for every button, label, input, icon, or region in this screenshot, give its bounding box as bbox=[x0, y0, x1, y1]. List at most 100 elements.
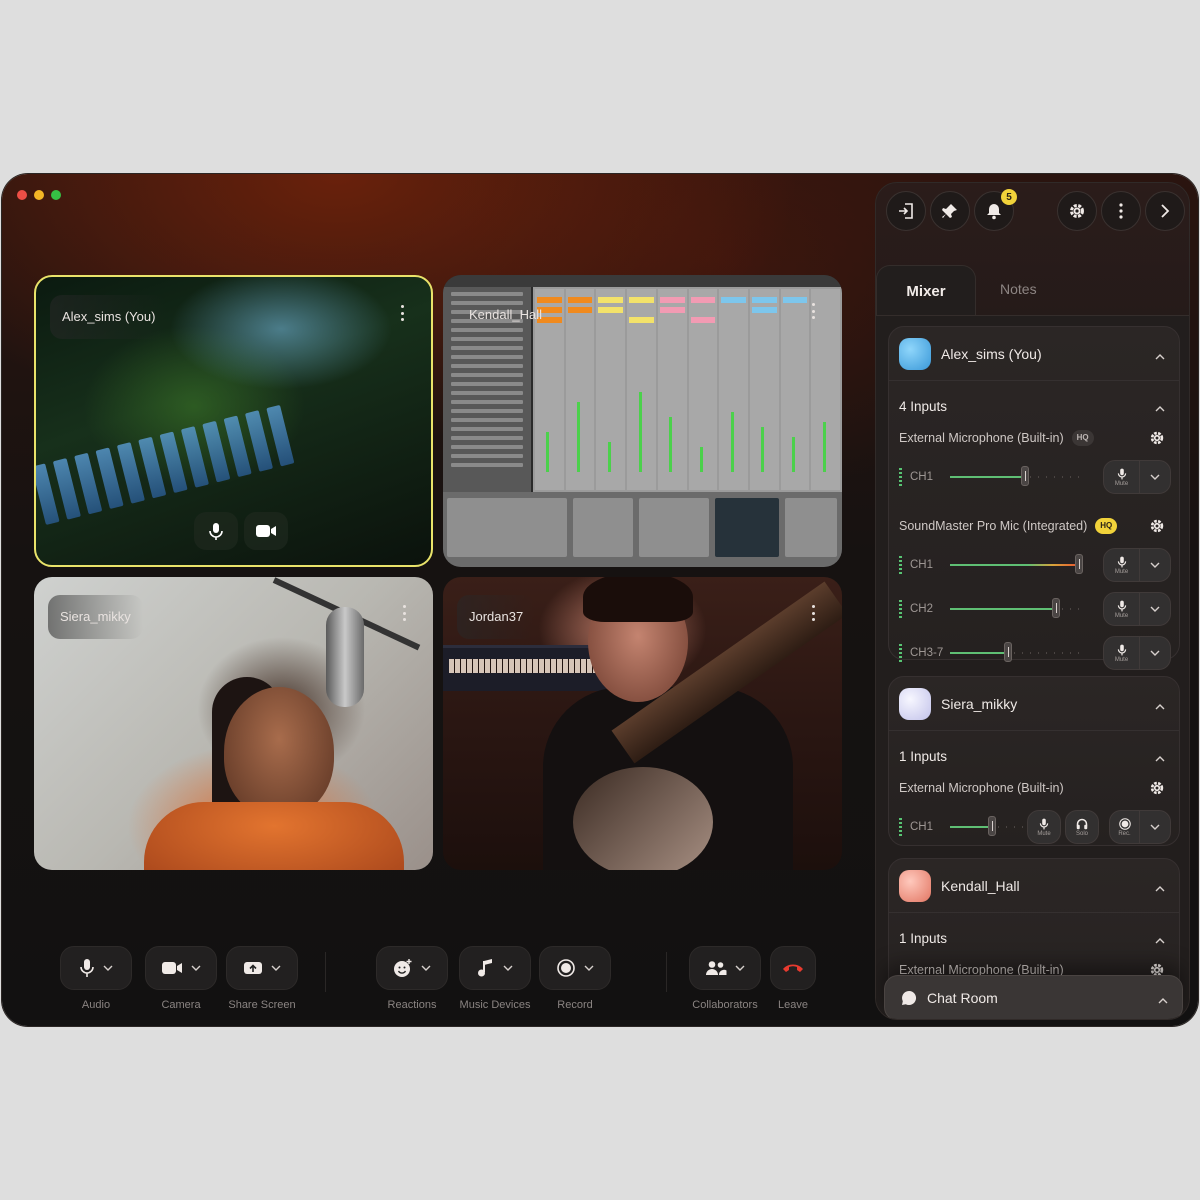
mute-options-button[interactable] bbox=[1140, 650, 1170, 656]
record-split-button[interactable]: Rec. bbox=[1109, 810, 1171, 844]
pin-button[interactable] bbox=[930, 191, 970, 231]
tab-mixer[interactable]: Mixer bbox=[876, 265, 976, 317]
zoom-window-button[interactable] bbox=[51, 190, 61, 200]
mute-button[interactable]: Mute bbox=[1104, 549, 1140, 581]
chat-room-bar[interactable]: Chat Room bbox=[884, 975, 1183, 1019]
chevron-down-icon bbox=[191, 965, 201, 971]
input-device: SoundMaster Pro Mic (Integrated) HQ bbox=[889, 513, 1179, 539]
participant-name: Siera_mikky bbox=[941, 695, 1018, 712]
more-options-icon[interactable] bbox=[812, 303, 816, 319]
volume-slider[interactable] bbox=[950, 554, 1086, 574]
video-tile-jordan[interactable]: Jordan37 bbox=[443, 577, 842, 870]
mute-button[interactable]: Mute bbox=[1104, 637, 1140, 669]
participant-card-alex: Alex_sims (You) 4 Inputs External Microp… bbox=[888, 326, 1180, 670]
solo-button[interactable]: Solo bbox=[1065, 810, 1099, 844]
microphone-icon bbox=[209, 523, 223, 540]
volume-slider[interactable] bbox=[950, 816, 1034, 836]
rec-button[interactable]: Rec. bbox=[1110, 811, 1140, 843]
video-tile-kendall[interactable]: Kendall_Hall bbox=[443, 275, 842, 567]
video-tile-siera[interactable]: Siera_mikky bbox=[34, 577, 433, 870]
participant-name: Alex_sims (You) bbox=[941, 345, 1042, 362]
reactions-label: Reactions bbox=[387, 999, 437, 1011]
gear-icon[interactable] bbox=[1149, 430, 1165, 446]
inputs-header[interactable]: 1 Inputs bbox=[889, 737, 1179, 775]
app-window: Alex_sims (You) Kendall_Hall Siera_mikky… bbox=[2, 174, 1198, 1026]
keyboard-video-content bbox=[36, 317, 415, 525]
collapse-panel-button[interactable] bbox=[1145, 191, 1185, 231]
channel-label: CH1 bbox=[910, 471, 934, 483]
daw-topbar bbox=[443, 275, 842, 287]
tile-mic-button[interactable] bbox=[194, 512, 238, 550]
mute-button[interactable]: Mute bbox=[1104, 593, 1140, 625]
tile-camera-button[interactable] bbox=[244, 512, 288, 550]
record-button[interactable] bbox=[539, 946, 611, 990]
mute-button[interactable]: Mute bbox=[1027, 810, 1061, 844]
camera-icon bbox=[256, 525, 276, 537]
record-label: Record bbox=[557, 999, 593, 1011]
minimize-window-button[interactable] bbox=[34, 190, 44, 200]
more-options-icon[interactable] bbox=[401, 305, 405, 321]
login-icon bbox=[899, 203, 913, 219]
notifications-button[interactable]: 5 bbox=[974, 189, 1017, 231]
microphone-icon bbox=[1117, 600, 1126, 611]
music-devices-button[interactable] bbox=[459, 946, 531, 990]
leave-control: Leave bbox=[770, 946, 816, 1011]
collaborators-button[interactable] bbox=[689, 946, 761, 990]
gear-icon bbox=[1070, 204, 1084, 218]
exit-room-button[interactable] bbox=[886, 191, 926, 231]
gear-icon[interactable] bbox=[1149, 780, 1165, 796]
camera-button[interactable] bbox=[145, 946, 217, 990]
rec-options-button[interactable] bbox=[1140, 824, 1170, 830]
share-screen-button[interactable] bbox=[226, 946, 298, 990]
mute-button[interactable]: Mute bbox=[1104, 461, 1140, 493]
hq-badge: HQ bbox=[1095, 518, 1118, 534]
audio-button[interactable] bbox=[60, 946, 132, 990]
more-options-button[interactable] bbox=[1101, 191, 1141, 231]
camera-icon bbox=[162, 962, 182, 974]
volume-slider[interactable] bbox=[950, 598, 1086, 618]
channel-row: CH1 Mute bbox=[889, 543, 1179, 587]
leave-button[interactable] bbox=[770, 946, 816, 990]
mute-options-button[interactable] bbox=[1140, 474, 1170, 480]
side-panel: 5 Mixer Notes Alex_sims (You) 4 Inputs E… bbox=[875, 182, 1190, 1020]
microphone-icon bbox=[1039, 818, 1049, 829]
participant-name: Kendall_Hall bbox=[941, 877, 1020, 894]
volume-slider[interactable] bbox=[950, 466, 1086, 486]
reactions-button[interactable] bbox=[376, 946, 448, 990]
music-devices-control: Music Devices bbox=[459, 946, 531, 1011]
mute-options-button[interactable] bbox=[1140, 562, 1170, 568]
participant-header[interactable]: Siera_mikky bbox=[889, 677, 1179, 731]
inputs-header[interactable]: 1 Inputs bbox=[889, 919, 1179, 957]
mute-options-button[interactable] bbox=[1140, 606, 1170, 612]
close-window-button[interactable] bbox=[17, 190, 27, 200]
avatar bbox=[899, 687, 931, 720]
settings-button[interactable] bbox=[1057, 191, 1097, 231]
participant-name-label: Alex_sims (You) bbox=[50, 295, 168, 339]
chat-bubble-icon bbox=[902, 990, 917, 1005]
notification-count-badge: 5 bbox=[1001, 189, 1017, 205]
mute-split-button[interactable]: Mute bbox=[1103, 592, 1171, 626]
participant-header[interactable]: Kendall_Hall bbox=[889, 859, 1179, 913]
gear-icon[interactable] bbox=[1149, 518, 1165, 534]
participant-header[interactable]: Alex_sims (You) bbox=[889, 327, 1179, 381]
channel-row: CH1 Mute bbox=[889, 455, 1179, 499]
inputs-header[interactable]: 4 Inputs bbox=[889, 387, 1179, 425]
avatar bbox=[899, 869, 931, 902]
camera-label: Camera bbox=[161, 999, 201, 1011]
channel-row: CH3-7 Mute bbox=[889, 631, 1179, 675]
inputs-count: 1 Inputs bbox=[899, 748, 948, 764]
inputs-count: 4 Inputs bbox=[899, 398, 948, 414]
mute-split-button[interactable]: Mute bbox=[1103, 548, 1171, 582]
channel-label: CH1 bbox=[910, 821, 934, 833]
mute-split-button[interactable]: Mute bbox=[1103, 636, 1171, 670]
volume-slider[interactable] bbox=[950, 642, 1086, 662]
channel-label: CH3-7 bbox=[910, 647, 944, 659]
microphone-icon bbox=[1117, 556, 1126, 567]
panel-tabs: Mixer Notes bbox=[876, 265, 1189, 317]
more-options-icon[interactable] bbox=[403, 605, 407, 621]
mute-split-button[interactable]: Mute bbox=[1103, 460, 1171, 494]
more-options-icon[interactable] bbox=[812, 605, 816, 621]
tab-notes[interactable]: Notes bbox=[1000, 281, 1037, 297]
video-tile-alex[interactable]: Alex_sims (You) bbox=[34, 275, 433, 567]
chevron-down-icon bbox=[1150, 474, 1160, 480]
